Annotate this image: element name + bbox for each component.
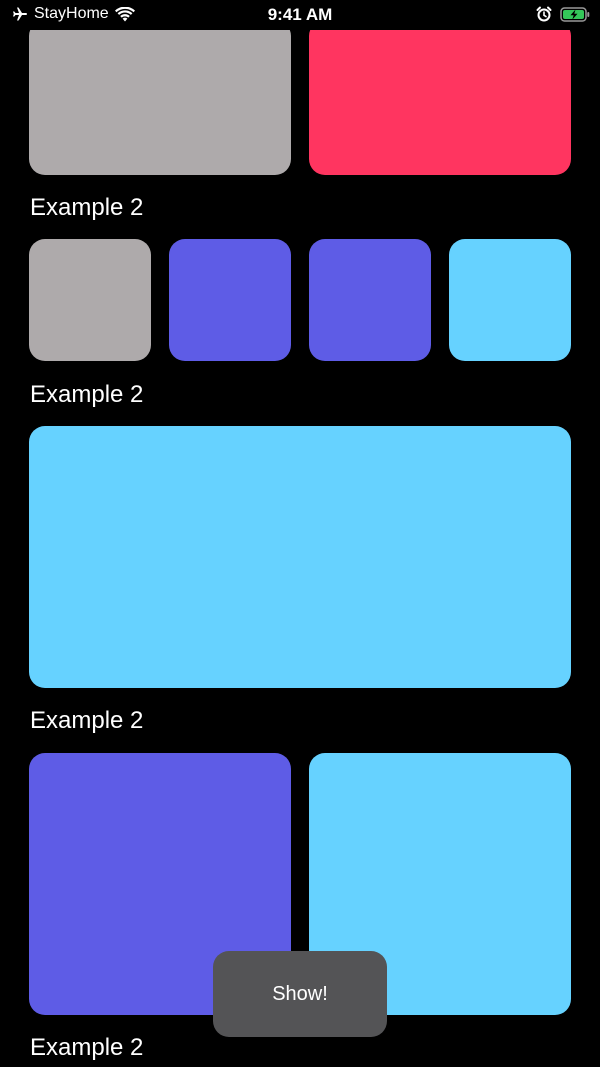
tile-gray[interactable]: [29, 20, 291, 175]
section-label: Example 2: [30, 194, 144, 221]
scroll-content[interactable]: Example 2 Example 2 Example 2 Example 2: [0, 0, 600, 1067]
tile-indigo[interactable]: [309, 239, 431, 361]
tile-pink[interactable]: [309, 20, 571, 175]
tile-cyan[interactable]: [449, 239, 571, 361]
section-label: Example 2: [30, 1034, 144, 1061]
show-toast-button[interactable]: Show!: [213, 951, 387, 1037]
tile-indigo[interactable]: [169, 239, 291, 361]
section-label: Example 2: [30, 381, 144, 408]
battery-charging-icon: [560, 6, 590, 27]
tile-cyan-wide[interactable]: [29, 426, 571, 688]
toast-label: Show!: [272, 982, 328, 1005]
tile-gray[interactable]: [29, 239, 151, 361]
status-time: 9:41 AM: [267, 5, 333, 24]
alarm-icon: [536, 6, 552, 27]
status-bar: StayHome 9:41 AM: [0, 0, 600, 30]
section-label: Example 2: [30, 707, 144, 734]
